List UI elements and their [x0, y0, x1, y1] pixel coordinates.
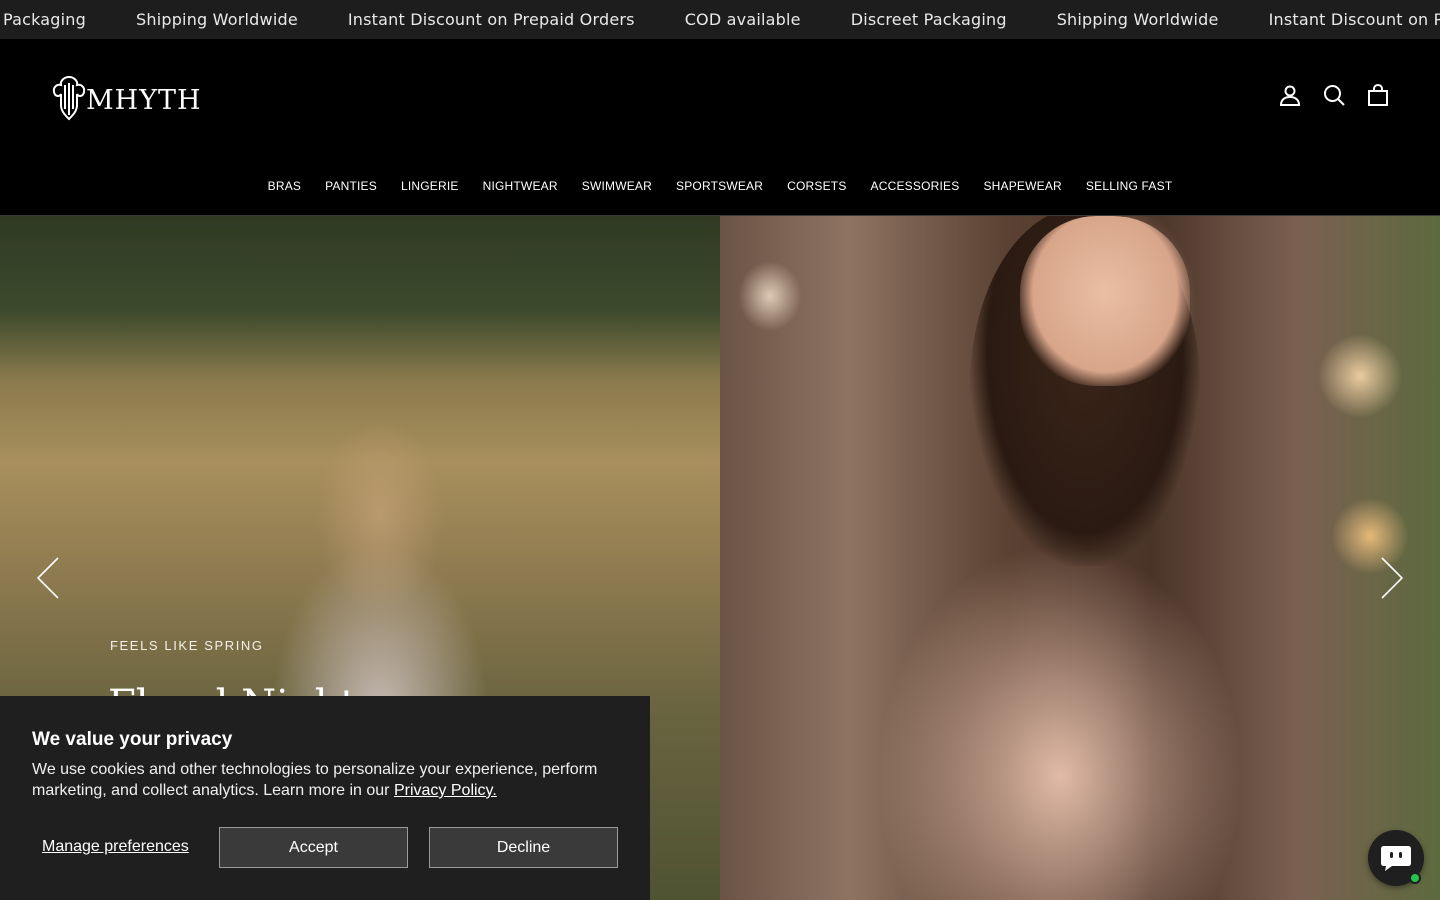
cookie-body-text: We use cookies and other technologies to… — [32, 761, 598, 799]
logo-text: MHYTH — [86, 84, 202, 116]
site-header: MHYTH BRAS PANTIES LINGERIE NIGHTWEAR SW… — [0, 39, 1440, 216]
logo[interactable]: MHYTH — [50, 75, 202, 121]
decline-button[interactable]: Decline — [429, 827, 618, 868]
hero-model-face — [1020, 216, 1190, 386]
chat-launcher-button[interactable] — [1368, 830, 1424, 886]
announcement-item: Instant Discount on Prepaid Orders — [1268, 10, 1440, 29]
online-status-dot — [1409, 872, 1421, 884]
announcement-item: Shipping Worldwide — [1056, 10, 1219, 29]
announcement-bar: Discreet Packaging Shipping Worldwide In… — [0, 0, 1440, 39]
header-icons — [1278, 83, 1390, 107]
announcement-item: Discreet Packaging — [850, 10, 1007, 29]
search-icon[interactable] — [1322, 83, 1346, 107]
cookie-title: We value your privacy — [32, 729, 233, 750]
manage-preferences-link[interactable]: Manage preferences — [42, 838, 189, 856]
nav-item-panties[interactable]: PANTIES — [325, 179, 377, 193]
cart-icon[interactable] — [1366, 83, 1390, 107]
hero-image-right[interactable] — [720, 216, 1440, 900]
nav-item-swimwear[interactable]: SWIMWEAR — [582, 179, 652, 193]
chat-bubble-icon — [1381, 846, 1411, 871]
nav-item-sportswear[interactable]: SPORTSWEAR — [676, 179, 763, 193]
nav-item-bras[interactable]: BRAS — [268, 179, 301, 193]
cookie-banner: We value your privacy We use cookies and… — [0, 696, 650, 900]
nav-item-accessories[interactable]: ACCESSORIES — [871, 179, 960, 193]
nav-item-shapewear[interactable]: SHAPEWEAR — [983, 179, 1061, 193]
announcement-item: Instant Discount on Prepaid Orders — [347, 10, 635, 29]
nav-item-selling-fast[interactable]: SELLING FAST — [1086, 179, 1172, 193]
announcement-item: Discreet Packaging — [0, 10, 86, 29]
logo-mark-icon — [52, 75, 86, 121]
main-nav: BRAS PANTIES LINGERIE NIGHTWEAR SWIMWEAR… — [0, 179, 1440, 193]
announcement-track: Discreet Packaging Shipping Worldwide In… — [0, 0, 1440, 39]
cookie-body: We use cookies and other technologies to… — [32, 759, 622, 801]
hero-eyebrow: FEELS LIKE SPRING — [110, 638, 264, 653]
chevron-right-icon[interactable] — [1380, 556, 1404, 600]
nav-item-nightwear[interactable]: NIGHTWEAR — [483, 179, 558, 193]
chevron-left-icon[interactable] — [36, 556, 60, 600]
nav-item-corsets[interactable]: CORSETS — [787, 179, 846, 193]
accept-button[interactable]: Accept — [219, 827, 408, 868]
account-icon[interactable] — [1278, 83, 1302, 107]
announcement-item: Shipping Worldwide — [136, 10, 298, 29]
announcement-item: COD available — [684, 10, 801, 29]
privacy-policy-link[interactable]: Privacy Policy. — [394, 782, 497, 799]
nav-item-lingerie[interactable]: LINGERIE — [401, 179, 459, 193]
